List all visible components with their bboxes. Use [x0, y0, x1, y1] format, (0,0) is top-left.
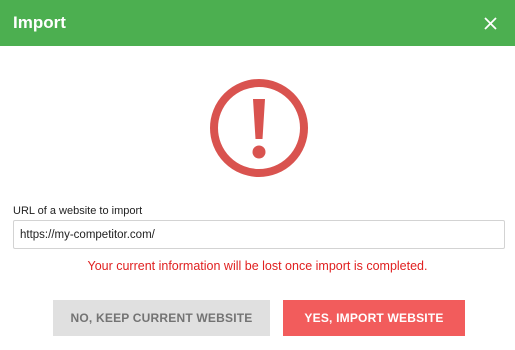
dialog-title: Import — [13, 13, 66, 32]
close-icon — [483, 16, 497, 30]
url-input[interactable] — [13, 220, 505, 249]
warning-message: Your current information will be lost on… — [87, 259, 428, 273]
close-button[interactable] — [479, 12, 501, 34]
keep-current-website-button[interactable]: NO, KEEP CURRENT WEBSITE — [53, 300, 270, 336]
dialog-header: Import — [0, 0, 515, 46]
warning-icon-wrap — [208, 77, 310, 179]
import-website-button[interactable]: YES, IMPORT WEBSITE — [283, 300, 465, 336]
exclamation-circle-icon — [210, 79, 308, 177]
import-dialog: Import URL of a website to import Your c… — [0, 0, 515, 350]
url-field-label: URL of a website to import — [13, 205, 143, 217]
